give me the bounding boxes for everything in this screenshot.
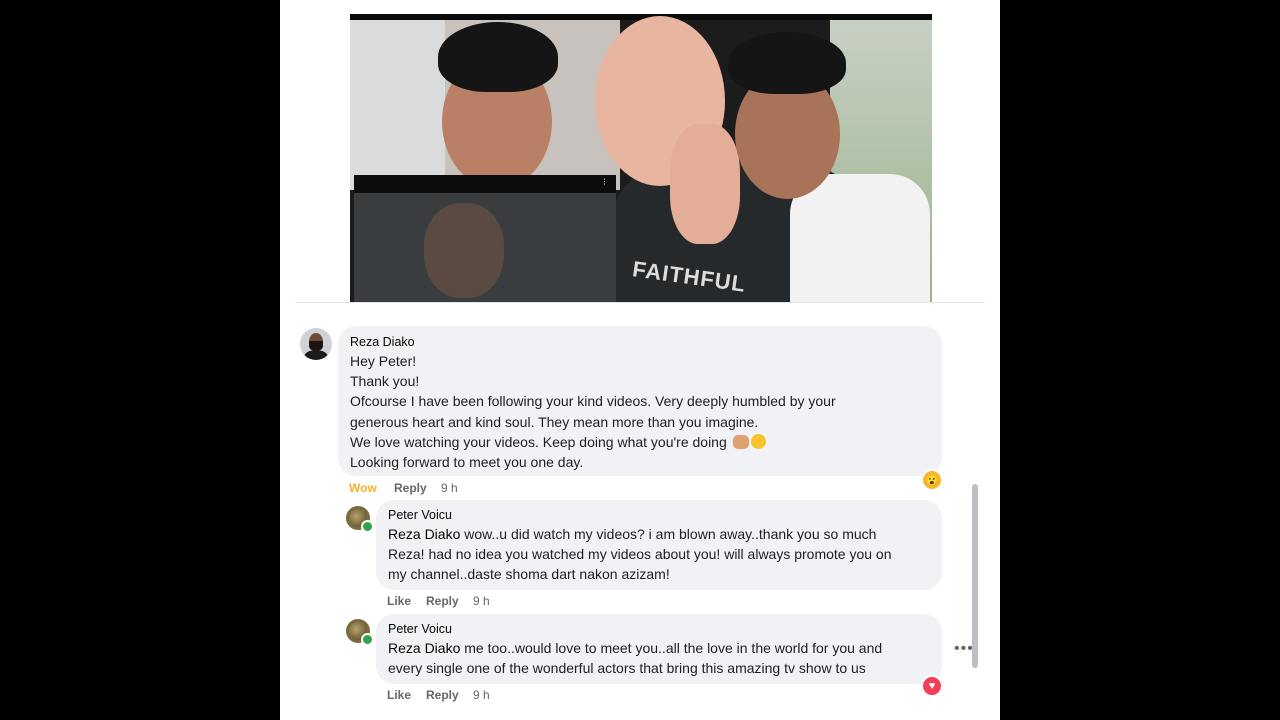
reply-line: Reza Diako wow..u did watch my videos? i… <box>388 524 930 544</box>
left-person-hair <box>438 22 558 92</box>
comment-author[interactable]: Reza Diako <box>350 335 930 349</box>
comment-line-with-emoji: We love watching your videos. Keep doing… <box>350 432 930 452</box>
section-divider <box>295 302 985 303</box>
comment-timestamp[interactable]: 9 h <box>441 481 458 495</box>
avatar-reza-diako[interactable] <box>300 328 332 360</box>
reply-button[interactable]: Reply <box>426 688 459 702</box>
comment-line: Looking forward to meet you one day. <box>350 454 584 471</box>
reply-button[interactable]: Reply <box>426 594 459 608</box>
background-left <box>350 20 445 190</box>
reply-timestamp[interactable]: 9 h <box>473 594 490 608</box>
avatar-beard <box>309 341 323 351</box>
online-status-icon <box>361 520 374 533</box>
mention-link[interactable]: Reza Diako <box>388 640 460 656</box>
comment-line: Ofcourse I have been following your kind… <box>350 393 836 410</box>
inset-menu-icon[interactable]: ⁝ <box>603 177 606 188</box>
inset-video[interactable]: ⁝ <box>354 175 616 302</box>
reply-line-text: wow..u did watch my videos? i am blown a… <box>464 526 877 542</box>
reply-bubble: Peter Voicu Reza Diako me too..would lov… <box>376 614 942 684</box>
reply-bubble: Peter Voicu Reza Diako wow..u did watch … <box>376 500 942 590</box>
reply-author[interactable]: Peter Voicu <box>388 622 930 636</box>
wow-reaction-icon[interactable]: 😮 <box>921 469 943 491</box>
comment-line: generous heart and kind soul. They mean … <box>350 413 759 430</box>
like-button[interactable]: Like <box>387 594 411 608</box>
reply-line: every single one of the wonderful actors… <box>388 660 866 677</box>
inset-person-face <box>424 203 504 298</box>
center-person-hand <box>670 124 740 244</box>
mention-link[interactable]: Reza Diako <box>388 526 460 542</box>
avatar-body <box>304 350 328 360</box>
comment-line: Thank you! <box>350 373 420 390</box>
reply-line: Reza! had no idea you watched my videos … <box>388 546 892 563</box>
post-panel: FAITHFUL ⁝ Reza Diako Hey Peter! Thank y… <box>280 0 1000 720</box>
reply-line-text: me too..would love to meet you..all the … <box>464 640 883 656</box>
wow-reaction-button[interactable]: Wow <box>349 481 377 495</box>
right-person-shirt <box>790 174 930 302</box>
comment-line-text: We love watching your videos. Keep doing… <box>350 433 727 450</box>
reply-author[interactable]: Peter Voicu <box>388 508 930 522</box>
reply-line: Reza Diako me too..would love to meet yo… <box>388 638 930 658</box>
love-reaction-icon[interactable]: ♥ <box>921 675 943 697</box>
post-image[interactable]: FAITHFUL ⁝ <box>350 14 932 302</box>
scrollbar[interactable] <box>972 484 978 668</box>
comment-line: Hey Peter! <box>350 353 417 369</box>
comment-bubble: Reza Diako Hey Peter! Thank you! Ofcours… <box>338 326 942 476</box>
reply-button[interactable]: Reply <box>394 481 427 495</box>
online-status-icon <box>361 633 374 646</box>
more-options-icon[interactable]: ••• <box>954 640 974 658</box>
right-person-hair <box>728 32 846 94</box>
smile-emoji-icon <box>750 433 766 449</box>
reply-timestamp[interactable]: 9 h <box>473 688 490 702</box>
fist-emoji-icon <box>732 434 749 449</box>
like-button[interactable]: Like <box>387 688 411 702</box>
reply-line: my channel..daste shoma dart nakon aziza… <box>388 566 670 583</box>
